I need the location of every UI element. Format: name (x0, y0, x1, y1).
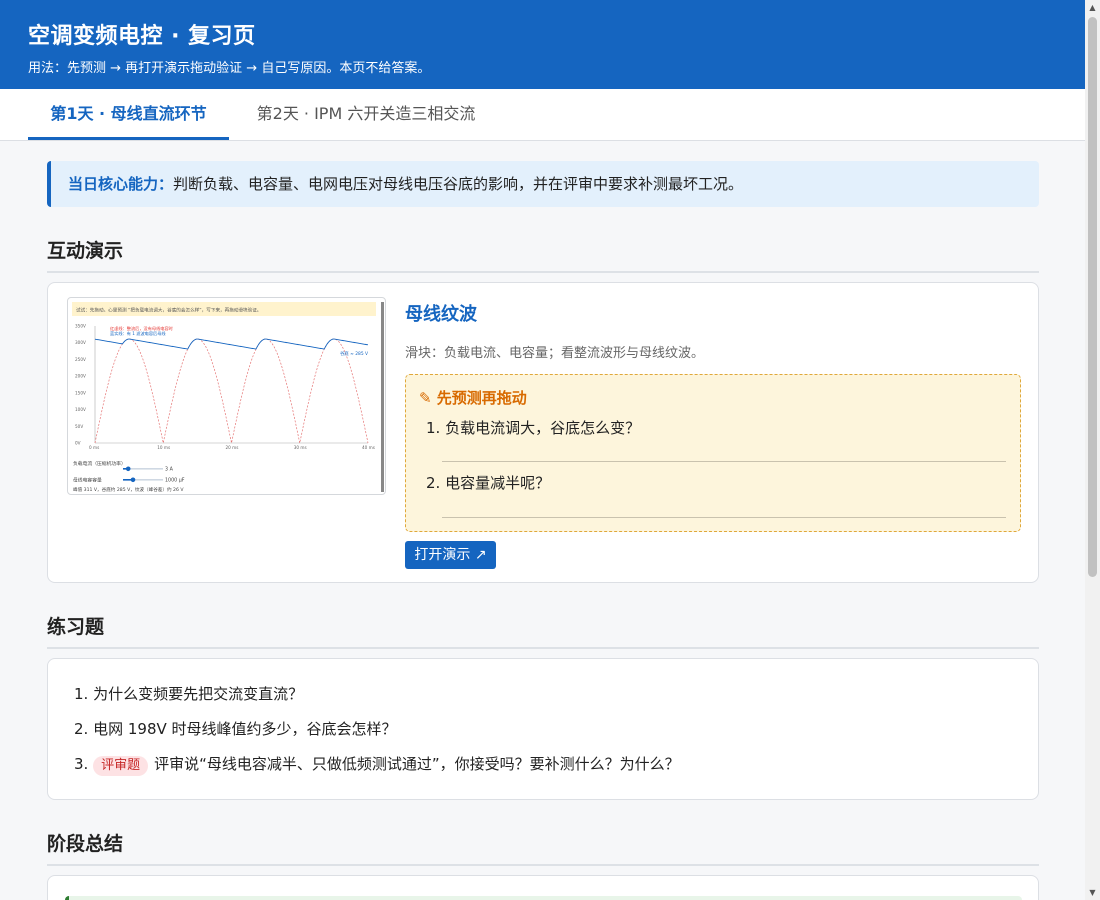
open-demo-button[interactable]: 打开演示 ↗ (405, 541, 496, 569)
slider2-value: 1000 μF (165, 478, 185, 484)
answer-line[interactable] (442, 517, 1006, 518)
rectified-waveform-line (94, 338, 369, 444)
thumb-y-tick: 100V (75, 407, 86, 412)
predict-heading: ✎ 先预测再拖动 (419, 389, 527, 407)
exercise-text: 为什么变频要先把交流变直流？ (93, 685, 304, 703)
thumb-readout: 峰值 311 V，谷底约 285 V，纹波（峰谷差）约 26 V (73, 486, 184, 493)
exercise-number: 2. (74, 720, 89, 738)
tab-day1[interactable]: 第1天 · 母线直流环节 (28, 89, 229, 140)
thumb-x-tick: 20 ms (226, 445, 239, 450)
exercise-text: 评审说“母线电容减半、只做低频测试通过”，你接受吗？要补测什么？为什么？ (154, 755, 680, 773)
thumb-y-ticks: 350V 300V 250V 200V 150V 100V 50V 0V (75, 324, 86, 446)
demo-title: 母线纹波 (405, 304, 477, 325)
thumb-note: 试试：先拖动。心里预测 “把负载电流调大，谷底的会怎么样”，写下来，再拖动滑块验… (76, 307, 261, 314)
thumb-y-tick: 350V (75, 324, 86, 329)
predict-question: 2. 电容量减半呢？ (426, 474, 551, 492)
slider2-label: 母线电容容量 (73, 477, 102, 484)
scrollbar-thumb[interactable] (1088, 17, 1097, 577)
section-title-demo: 互动演示 (47, 236, 1039, 273)
thumb-y-tick: 300V (75, 340, 86, 345)
slider2-knob[interactable] (130, 477, 136, 483)
thumb-x-tick: 30 ms (294, 445, 307, 450)
review-badge: 评审题 (93, 756, 149, 776)
slider1-knob[interactable] (125, 466, 131, 472)
exercise-text: 电网 198V 时母线峰值约多少，谷底会怎样？ (93, 720, 397, 738)
thumb-y-tick: 0V (75, 441, 81, 446)
thumb-x-tick: 10 ms (157, 445, 170, 450)
answer-line[interactable] (442, 461, 1006, 462)
thumb-y-tick: 50V (75, 424, 83, 429)
exercise-item: 3. 评审题 评审说“母线电容减半、只做低频测试通过”，你接受吗？要补测什么？为什… (74, 753, 680, 776)
day-tabs: 第1天 · 母线直流环节 第2天 · IPM 六开关造三相交流 (0, 89, 1085, 141)
section-title-summary: 阶段总结 (47, 829, 1039, 866)
tab-day2[interactable]: 第2天 · IPM 六开关造三相交流 (246, 89, 486, 140)
thumb-x-tick: 40 ms (362, 445, 375, 450)
exercises-card: 1. 为什么变频要先把交流变直流？ 2. 电网 198V 时母线峰值约多少，谷底… (47, 658, 1039, 800)
thumb-y-tick: 250V (75, 357, 86, 362)
section-title-exercises: 练习题 (47, 612, 1039, 649)
page-subtitle: 用法：先预测 → 再打开演示拖动验证 → 自己写原因。本页不给答案。 (28, 61, 431, 76)
summary-callout (65, 896, 1022, 900)
thumb-x-ticks: 0 ms 10 ms 20 ms 30 ms 40 ms (89, 445, 375, 450)
demo-card: 试试：先拖动。心里预测 “把负载电流调大，谷底的会怎么样”，写下来，再拖动滑块验… (47, 282, 1039, 583)
demo-description: 滑块：负载电流、电容量；看整流波形与母线纹波。 (405, 346, 705, 361)
demo-thumbnail[interactable]: 试试：先拖动。心里预测 “把负载电流调大，谷底的会怎么样”，写下来，再拖动滑块验… (67, 297, 386, 495)
core-skill-callout: 当日核心能力：判断负载、电容量、电网电压对母线电压谷底的影响，并在评审中要求补测… (47, 161, 1039, 207)
page-header: 空调变频电控 · 复习页 用法：先预测 → 再打开演示拖动验证 → 自己写原因。… (0, 0, 1085, 89)
scroll-down-icon[interactable]: ▼ (1085, 885, 1100, 900)
thumb-x-tick: 0 ms (89, 445, 99, 450)
exercise-number: 1. (74, 685, 89, 703)
summary-card (47, 875, 1039, 900)
scrollbar[interactable]: ▲ ▼ (1085, 0, 1100, 900)
thumb-y-tick: 150V (75, 390, 86, 395)
exercise-item: 1. 为什么变频要先把交流变直流？ (74, 683, 303, 704)
exercise-item: 2. 电网 198V 时母线峰值约多少，谷底会怎样？ (74, 718, 397, 739)
slider1-value: 3 A (165, 467, 174, 473)
predict-question: 1. 负载电流调大，谷底怎么变？ (426, 419, 641, 437)
slider1-label: 负载电流（压缩机功率） (73, 460, 126, 467)
predict-box: ✎ 先预测再拖动 1. 负载电流调大，谷底怎么变？ 2. 电容量减半呢？ (405, 374, 1021, 532)
page-title: 空调变频电控 · 复习页 (28, 24, 256, 49)
exercise-number: 3. (74, 755, 89, 773)
valley-marker: 谷底 ≈ 285 V (340, 350, 368, 357)
legend-blue: 蓝实线：有 1 滤波电容后母线 (110, 330, 166, 337)
callout-label: 当日核心能力： (68, 175, 174, 193)
scroll-up-icon[interactable]: ▲ (1085, 0, 1100, 15)
callout-text: 判断负载、电容量、电网电压对母线电压谷底的影响，并在评审中要求补测最坏工况。 (173, 175, 744, 193)
thumb-y-tick: 200V (75, 374, 86, 379)
